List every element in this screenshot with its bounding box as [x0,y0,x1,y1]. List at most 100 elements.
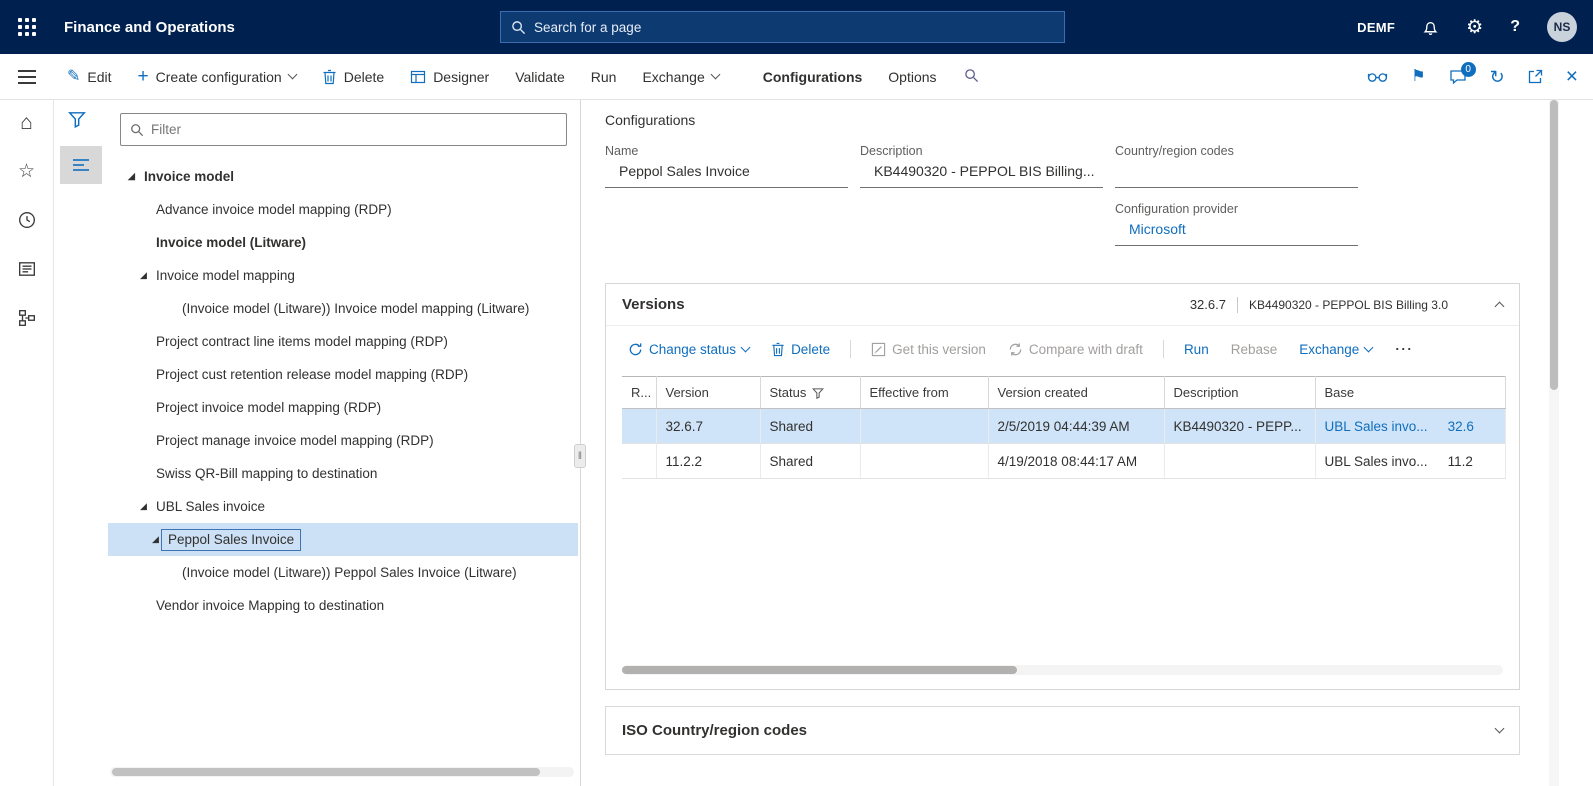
tree-filter-field[interactable] [120,113,567,146]
tree-filter-input[interactable] [151,122,557,137]
preview-glasses-button[interactable] [1367,70,1388,83]
tree-node[interactable]: Vendor invoice Mapping to destination [108,589,578,622]
grid-horizontal-scrollbar[interactable] [622,665,1503,675]
expand-section-button[interactable] [1494,723,1505,734]
hierarchy-icon [18,310,35,326]
validate-button[interactable]: Validate [502,54,578,99]
refresh-icon: ↻ [1489,66,1505,87]
scrollbar-thumb[interactable] [622,666,1017,674]
company-selector[interactable]: DEMF [1357,20,1395,35]
row-select-cell[interactable] [622,443,657,479]
run-version-button[interactable]: Run [1178,342,1215,357]
column-header-effective-from[interactable]: Effective from [860,376,989,409]
column-header-version-created[interactable]: Version created [988,376,1165,409]
exchange-version-button[interactable]: Exchange [1293,342,1378,357]
close-button[interactable]: × [1566,66,1578,87]
open-in-new-window-button[interactable] [1528,69,1543,84]
column-header-select[interactable]: R... [622,376,657,409]
recent-button[interactable] [12,208,42,232]
global-search-input[interactable] [534,19,1054,35]
change-status-button[interactable]: Change status [622,342,755,357]
tree-node[interactable]: Project invoice model mapping (RDP) [108,391,578,424]
help-button[interactable]: ? [1510,18,1520,36]
tree-node[interactable]: Project manage invoice model mapping (RD… [108,424,578,457]
actions-search-button[interactable] [950,68,993,86]
left-nav-rail: ⌂ ☆ [0,100,54,786]
modules-button[interactable] [12,306,42,330]
user-avatar[interactable]: NS [1547,12,1577,42]
column-header-base[interactable]: Base [1315,376,1506,409]
column-header-description[interactable]: Description [1164,376,1316,409]
toolbar-divider [1162,340,1164,358]
iso-country-codes-fasttab[interactable]: ISO Country/region codes [605,706,1520,755]
scrollbar-thumb[interactable] [112,768,540,776]
tree-node[interactable]: Project cust retention release model map… [108,358,578,391]
splitter-handle[interactable]: ‖ [574,444,586,468]
configuration-tree-panel: ◢ Invoice model Advance invoice model ma… [54,100,580,786]
app-launcher-button[interactable] [0,0,54,54]
refresh-button[interactable]: ↻ [1490,68,1505,86]
favorites-button[interactable]: ☆ [12,159,42,183]
content-vertical-scrollbar[interactable] [1549,100,1559,786]
tree-node-selected[interactable]: ◢ Peppol Sales Invoice [108,523,578,556]
rebase-button[interactable]: Rebase [1225,342,1284,357]
tab-options[interactable]: Options [875,54,949,99]
exchange-menu-button[interactable]: Exchange [629,54,731,99]
edit-button[interactable]: ✎ Edit [54,54,125,99]
tree-node[interactable]: Invoice model (Litware) [108,226,578,259]
delete-button[interactable]: Delete [309,54,397,99]
country-codes-field-value[interactable] [1115,163,1358,188]
name-field-label: Name [605,144,639,158]
name-field: Name Peppol Sales Invoice [605,144,848,188]
tree-view-button[interactable] [60,146,102,184]
tree-node-label: Project contract line items model mappin… [156,334,448,349]
compare-with-draft-button[interactable]: Compare with draft [1002,342,1149,357]
name-field-value[interactable]: Peppol Sales Invoice [605,163,848,188]
more-button[interactable]: ⋯ [1388,339,1418,360]
tree-node[interactable]: Project contract line items model mappin… [108,325,578,358]
expand-arrow-icon[interactable]: ◢ [128,171,144,182]
row-select-cell[interactable] [622,408,657,444]
status-filter-icon[interactable] [812,387,825,399]
settings-gear-button[interactable]: ⚙ [1466,18,1483,37]
tree-node-label: Invoice model mapping [156,268,295,283]
scrollbar-thumb[interactable] [1550,100,1558,390]
column-header-status[interactable]: Status [760,376,861,409]
designer-button[interactable]: Designer [397,54,502,99]
tree-node[interactable]: (Invoice model (Litware)) Invoice model … [108,292,578,325]
tree-node[interactable]: ◢ Invoice model [108,160,578,193]
messages-button[interactable]: 0 [1449,61,1476,85]
collapse-section-button[interactable] [1494,301,1505,312]
version-row-selected[interactable]: 32.6.7 Shared 2/5/2019 04:44:39 AM KB449… [622,408,1506,444]
star-icon: ☆ [17,160,36,182]
notifications-bell-button[interactable] [1422,19,1439,36]
configuration-provider-value[interactable]: Microsoft [1115,221,1358,246]
expand-arrow-icon[interactable]: ◢ [140,501,156,512]
create-configuration-button[interactable]: + Create configuration [125,54,309,99]
versions-fasttab: Versions 32.6.7 KB4490320 - PEPPOL BIS B… [605,283,1520,690]
tree-horizontal-scrollbar[interactable] [110,767,574,777]
nav-menu-toggle-button[interactable] [0,54,54,99]
tree-node[interactable]: ◢ UBL Sales invoice [108,490,578,523]
tree-node[interactable]: Advance invoice model mapping (RDP) [108,193,578,226]
tree-node[interactable]: Swiss QR-Bill mapping to destination [108,457,578,490]
base-version-text: 11.2 [1447,453,1473,469]
expand-arrow-icon[interactable]: ◢ [140,270,156,281]
filter-panel-button[interactable] [68,110,86,133]
tree-node[interactable]: ◢ Invoice model mapping [108,259,578,292]
description-field-value[interactable]: KB4490320 - PEPPOL BIS Billing... [860,163,1103,188]
version-row[interactable]: 11.2.2 Shared 4/19/2018 08:44:17 AM UBL … [622,443,1506,479]
tab-configurations[interactable]: Configurations [750,54,876,99]
run-button[interactable]: Run [578,54,630,99]
global-search[interactable] [500,11,1065,43]
tree-node[interactable]: (Invoice model (Litware)) Peppol Sales I… [108,556,578,589]
home-button[interactable]: ⌂ [12,110,42,134]
versions-fasttab-header[interactable]: Versions 32.6.7 KB4490320 - PEPPOL BIS B… [606,284,1519,326]
get-this-version-button[interactable]: Get this version [865,342,992,357]
flag-button[interactable]: ⚑ [1411,68,1425,85]
delete-version-button[interactable]: Delete [765,342,836,357]
workspaces-button[interactable] [12,257,42,281]
base-version-link[interactable]: 32.6 [1448,419,1474,434]
column-header-version[interactable]: Version [656,376,761,409]
base-configuration-link[interactable]: UBL Sales invo... [1325,419,1428,434]
